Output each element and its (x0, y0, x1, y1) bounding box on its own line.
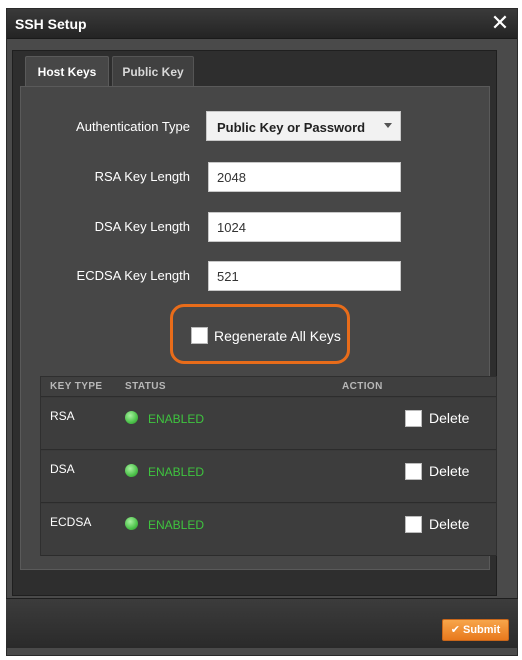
key-type-cell: DSA (50, 462, 75, 476)
auth-type-value: Public Key or Password (217, 120, 366, 135)
dsa-key-length-input[interactable] (208, 212, 401, 242)
submit-button[interactable]: ✔ Submit (442, 619, 509, 641)
key-type-cell: RSA (50, 409, 75, 423)
table-row: RSA ENABLED Delete (41, 398, 496, 450)
close-icon[interactable]: ✕ (489, 11, 511, 35)
delete-checkbox[interactable] (405, 516, 422, 533)
dialog-title: SSH Setup (15, 16, 87, 32)
delete-label: Delete (429, 516, 470, 532)
dialog-footer: ✔ Submit (6, 598, 518, 648)
ecdsa-key-length-label: ECDSA Key Length (76, 268, 190, 283)
auth-type-label: Authentication Type (76, 119, 190, 134)
dialog-titlebar: SSH Setup ✕ (7, 9, 517, 39)
column-status: STATUS (125, 381, 166, 392)
regenerate-all-keys-label: Regenerate All Keys (214, 328, 341, 344)
delete-checkbox[interactable] (405, 410, 422, 427)
delete-label: Delete (429, 463, 470, 479)
delete-label: Delete (429, 410, 470, 426)
column-key-type: KEY TYPE (50, 381, 103, 392)
keys-table: KEY TYPE STATUS ACTION RSA ENABLED Delet… (40, 376, 497, 556)
keys-table-header: KEY TYPE STATUS ACTION (41, 377, 496, 397)
submit-label: Submit (463, 624, 501, 636)
rsa-key-length-input[interactable] (208, 162, 401, 192)
checkmark-icon: ✔ (450, 624, 460, 636)
status-led-icon (125, 464, 138, 477)
table-row: DSA ENABLED Delete (41, 451, 496, 503)
status-led-icon (125, 517, 138, 530)
tab-public-key[interactable]: Public Key (112, 56, 194, 86)
status-cell: ENABLED (148, 412, 205, 426)
ecdsa-key-length-input[interactable] (208, 261, 401, 291)
column-action: ACTION (342, 381, 383, 392)
rsa-key-length-label: RSA Key Length (94, 169, 190, 184)
key-type-cell: ECDSA (50, 515, 92, 529)
status-led-icon (125, 411, 138, 424)
regenerate-all-keys-checkbox[interactable] (191, 327, 208, 344)
tab-host-keys[interactable]: Host Keys (25, 56, 109, 86)
chevron-down-icon (384, 123, 392, 128)
auth-type-select[interactable]: Public Key or Password (206, 111, 401, 141)
status-cell: ENABLED (148, 465, 205, 479)
status-cell: ENABLED (148, 518, 205, 532)
dsa-key-length-label: DSA Key Length (94, 219, 190, 234)
delete-checkbox[interactable] (405, 463, 422, 480)
table-row: ECDSA ENABLED Delete (41, 504, 496, 556)
